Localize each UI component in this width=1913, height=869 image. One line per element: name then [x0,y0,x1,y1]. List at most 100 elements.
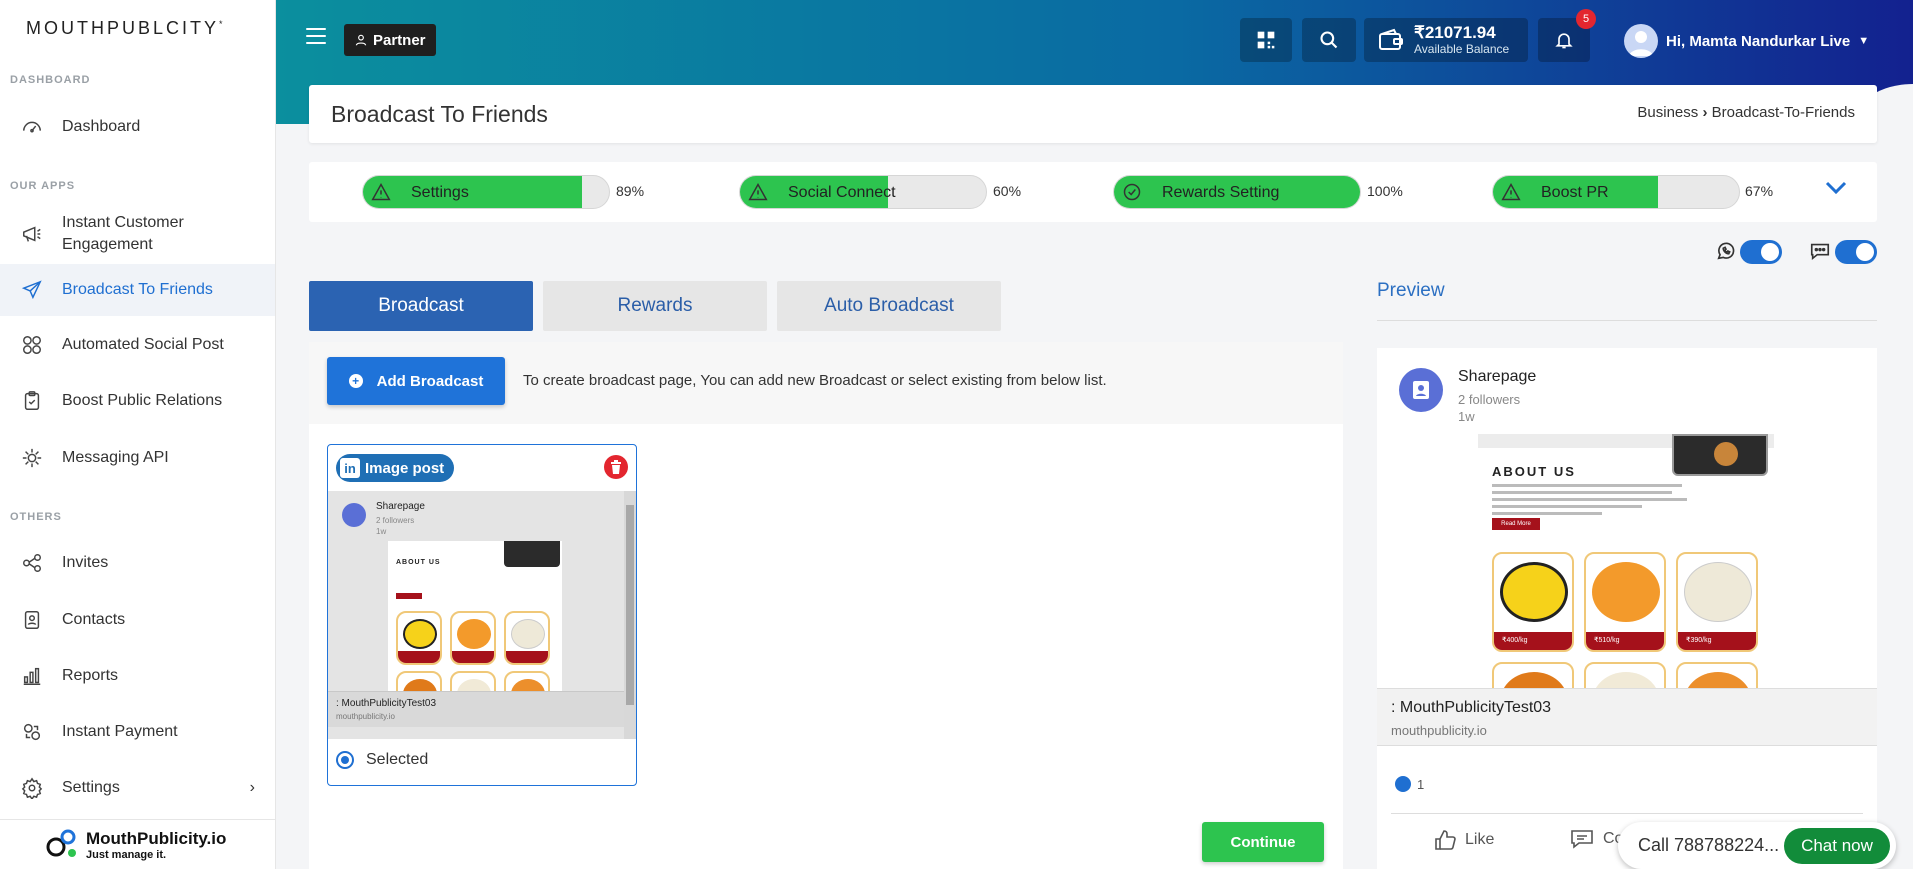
preview-divider [1377,320,1877,321]
broadcast-list: in Image post Sharepage 2 followers 1w A… [309,424,1343,869]
sidebar-item-automated-social-post[interactable]: Automated Social Post [0,329,275,361]
user-avatar [1624,24,1658,58]
balance-amount: ₹21071.94 [1414,23,1496,42]
scrollbar-thumb[interactable] [626,505,634,705]
sidebar-item-label: Instant Payment [62,723,178,740]
sidebar-item-dashboard[interactable]: Dashboard [0,111,275,143]
breadcrumb-parent[interactable]: Business [1637,104,1698,121]
linkedin-icon: in [340,458,360,478]
mini-product-card [504,611,550,665]
social-circles-icon [20,333,44,357]
progress-percent: 67% [1745,183,1774,199]
chevron-right-icon: › [249,779,255,796]
chat-now-button[interactable]: Chat now [1784,828,1890,864]
broadcast-card[interactable]: in Image post Sharepage 2 followers 1w A… [327,444,637,786]
progress-percent: 60% [993,183,1022,199]
selected-radio[interactable]: Selected [336,751,428,769]
progress-rewards-setting[interactable]: Rewards Setting [1113,175,1361,209]
hamburger-menu-icon[interactable] [306,28,326,46]
product-card-1: ₹400/kg [1492,552,1574,652]
continue-button[interactable]: Continue [1202,822,1324,862]
profile-avatar-icon [1399,368,1443,412]
reaction-count: 1 [1395,776,1424,792]
megaphone-icon [20,222,44,246]
sidebar-item-label: Contacts [62,611,126,628]
notifications-button[interactable]: 5 [1538,9,1596,62]
sidebar-item-label: Boost Public Relations [62,392,223,409]
post-type-badge: in Image post [336,454,455,482]
call-number[interactable]: Call 788788224... [1638,835,1783,856]
sms-toggle[interactable] [1835,240,1877,264]
preview-hero-photo [1672,434,1768,476]
sidebar-item-boost-public-relations[interactable]: Boost Public Relations [0,385,275,417]
breadcrumb-separator-icon: › [1702,104,1708,121]
progress-label: Boost PR [1541,184,1609,201]
preview-profile-name: Sharepage [1458,368,1537,385]
sidebar-item-label: Broadcast To Friends [62,281,213,298]
mini-image: ABOUT US [388,541,562,701]
preview-followers: 2 followers [1458,392,1521,407]
product-card-5 [1584,662,1666,689]
sidebar-item-label: Dashboard [62,118,141,135]
product-card-3: ₹390/kg [1676,552,1758,652]
mini-avatar [342,503,366,527]
sidebar-item-settings[interactable]: Settings › [0,772,275,804]
sidebar-item-broadcast-to-friends[interactable]: Broadcast To Friends [0,264,275,316]
mini-footer-url: mouthpublicity.io [336,712,395,721]
preview-about: ABOUT US [1492,464,1576,479]
sidebar-item-label: Instant Customer Engagement [62,214,184,253]
mini-about: ABOUT US [396,559,441,566]
contact-card-icon [20,608,44,632]
progress-fill [363,176,582,208]
brand-text: MOUTHPUBLCITY [26,18,220,38]
tab-auto-broadcast[interactable]: Auto Broadcast [777,281,1001,331]
share-icon [20,551,44,575]
tab-rewards[interactable]: Rewards [543,281,767,331]
progress-social-connect[interactable]: Social Connect [739,175,987,209]
like-action[interactable]: Like [1433,828,1494,852]
sidebar-footer-logo[interactable]: MouthPublicity.io Just manage it. [0,819,276,869]
sms-icon [1808,240,1832,266]
delete-button[interactable] [604,455,628,479]
whatsapp-toggle[interactable] [1740,240,1782,264]
search-icon [1320,31,1338,49]
warning-icon [371,182,391,206]
chevron-down-icon[interactable] [1825,180,1847,200]
brand-logo[interactable]: MOUTHPUBLCITY* [26,18,226,39]
page-title-bar: Broadcast To Friends Business › Broadcas… [309,85,1877,143]
sidebar-item-instant-payment[interactable]: Instant Payment [0,716,275,748]
progress-settings[interactable]: Settings [362,175,610,209]
preview-title: Preview [1377,280,1445,301]
progress-label: Settings [411,184,469,201]
user-menu[interactable]: Hi, Mamta Nandurkar Live ▼ [1624,24,1869,58]
sidebar-item-contacts[interactable]: Contacts [0,604,275,636]
sidebar-item-instant-customer-engagement[interactable]: Instant Customer Engagement [0,210,275,258]
comment-icon [1571,830,1593,849]
footer-logo-tagline: Just manage it. [86,848,167,861]
preview-link-footer[interactable]: : MouthPublicityTest03 mouthpublicity.io [1377,688,1877,746]
preview-read-more: Read More [1492,518,1540,530]
progress-boost-pr[interactable]: Boost PR [1492,175,1740,209]
tab-broadcast[interactable]: Broadcast [309,281,533,331]
product-price: ₹400/kg [1502,637,1528,644]
breadcrumb-current: Broadcast-To-Friends [1711,104,1855,121]
qr-code-button[interactable] [1240,18,1292,62]
comment-action[interactable]: Co [1569,828,1623,850]
mini-footer: : MouthPublicityTest03 mouthpublicity.io [328,691,624,727]
sidebar-item-reports[interactable]: Reports [0,660,275,692]
progress-label: Social Connect [788,184,896,201]
sidebar-item-label: Reports [62,667,119,684]
reactions-divider [1391,813,1863,814]
partner-button[interactable]: Partner [344,24,436,56]
search-button[interactable] [1302,18,1356,62]
thumbnail-scrollbar[interactable] [624,491,636,739]
sidebar-item-messaging-api[interactable]: Messaging API [0,442,275,474]
broadcast-toolbar: + Add Broadcast To create broadcast page… [309,342,1343,424]
sidebar-item-label: Automated Social Post [62,336,224,353]
sidebar-item-invites[interactable]: Invites [0,547,275,579]
sidebar: MOUTHPUBLCITY* DASHBOARD Dashboard OUR A… [0,0,276,869]
add-broadcast-button[interactable]: + Add Broadcast [327,357,505,405]
wallet-balance[interactable]: ₹21071.94 Available Balance [1364,18,1528,62]
post-type-label: Image post [365,459,445,477]
thumbs-up-reaction-icon [1395,776,1411,792]
